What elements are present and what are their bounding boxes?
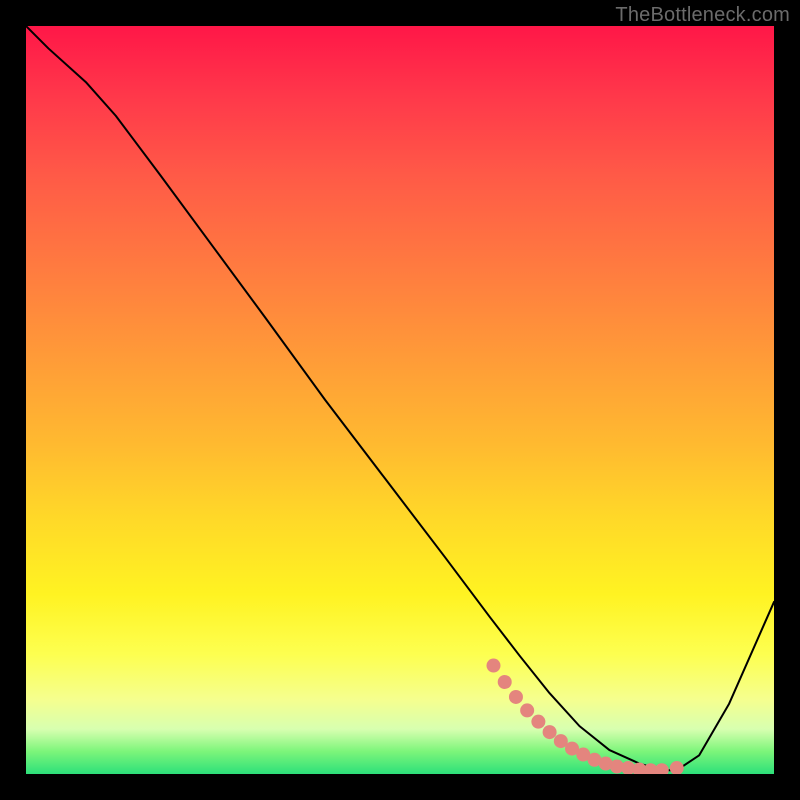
highlight-dot: [543, 725, 557, 739]
curve-line: [26, 26, 774, 770]
highlight-dot: [509, 690, 523, 704]
highlight-dot: [487, 659, 501, 673]
highlight-dot: [655, 763, 669, 774]
highlight-dot: [498, 675, 512, 689]
chart-frame: TheBottleneck.com: [0, 0, 800, 800]
watermark-label: TheBottleneck.com: [615, 4, 790, 27]
chart-plot-area: [26, 26, 774, 774]
highlight-dot: [520, 703, 534, 717]
highlight-scatter: [487, 659, 684, 774]
highlight-dot: [670, 761, 684, 774]
chart-svg: [26, 26, 774, 774]
highlight-dot: [531, 715, 545, 729]
